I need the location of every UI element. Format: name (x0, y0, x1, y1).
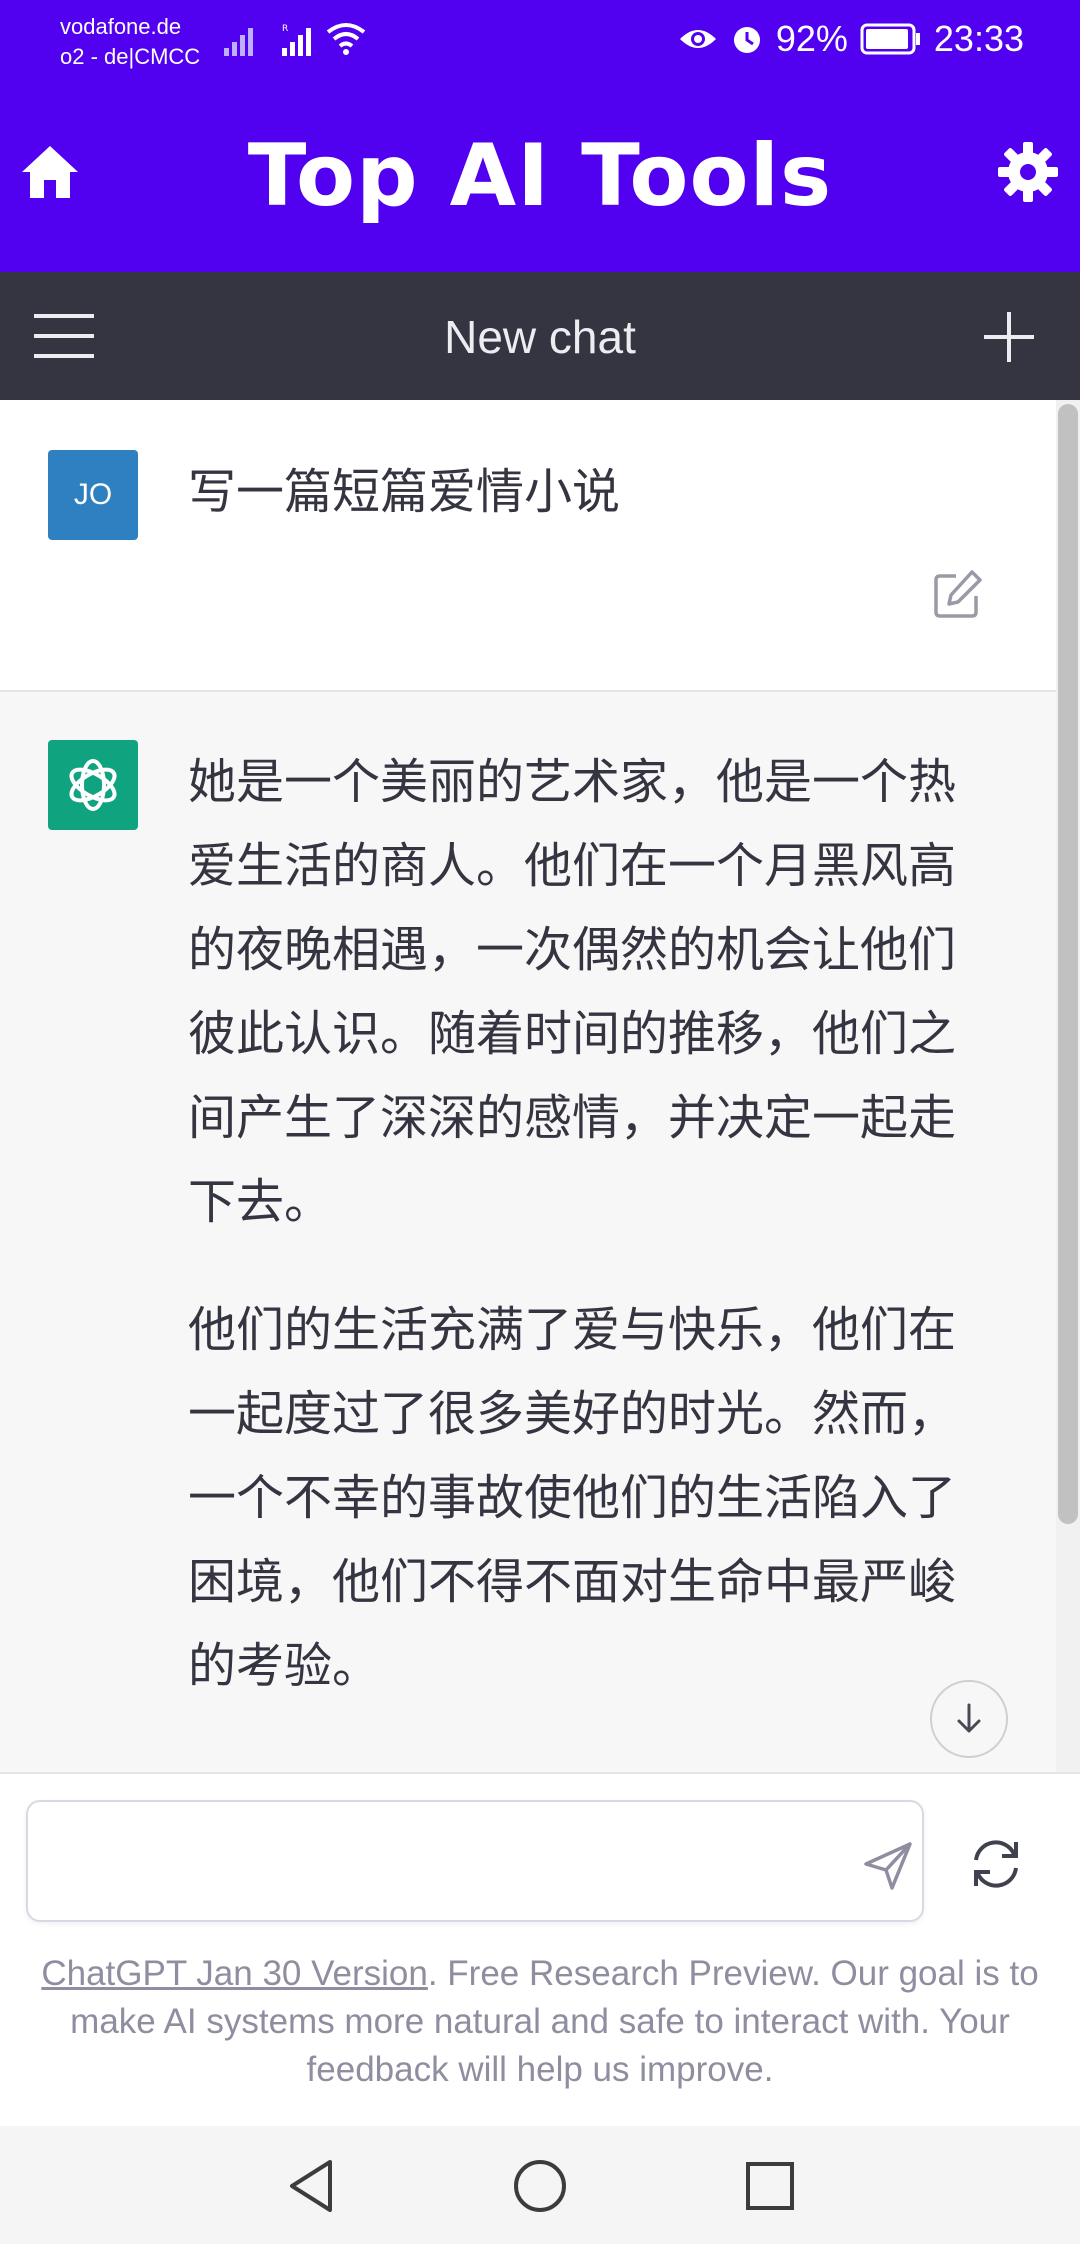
signal-1-icon (224, 28, 253, 56)
assistant-paragraph: 他们的生活充满了爱与快乐，他们在一起度过了很多美好的时光。然而，一个不幸的事故使… (188, 1302, 957, 1694)
app-header: Top AI Tools (0, 88, 1080, 272)
back-triangle-icon[interactable] (282, 2156, 342, 2216)
assistant-message-text: 她是一个美丽的艺术家，他是一个热爱生活的商人。他们在一个月黑风高的夜晚相遇，一次… (188, 740, 968, 1752)
scrollbar-thumb[interactable] (1058, 404, 1078, 1524)
carrier-info: vodafone.de o2 - de|CMCC (60, 12, 200, 72)
user-avatar: JO (48, 450, 138, 540)
carrier-line-1: vodafone.de (60, 14, 182, 39)
app-title: Top AI Tools (247, 126, 833, 226)
status-right: 92% 23:33 (678, 18, 1024, 60)
disclaimer-note: ChatGPT Jan 30 Version. Free Research Pr… (40, 1950, 1040, 2094)
system-nav-bar (0, 2126, 1080, 2244)
arrow-down-icon (957, 1703, 981, 1733)
home-circle-icon[interactable] (510, 2156, 570, 2216)
plus-icon[interactable] (982, 310, 1036, 364)
carrier-line-2: o2 - de|CMCC (60, 44, 201, 69)
edit-icon[interactable] (932, 568, 984, 620)
send-icon[interactable] (862, 1840, 914, 1892)
message-input-box (26, 1800, 924, 1922)
user-message: JO 写一篇短篇爱情小说 (0, 400, 1056, 692)
wifi-icon (326, 23, 366, 55)
svg-text:R: R (282, 24, 288, 34)
gear-icon[interactable] (996, 140, 1060, 204)
eye-icon (679, 30, 716, 48)
version-link[interactable]: ChatGPT Jan 30 Version (41, 1954, 428, 1993)
battery-percent: 92% (775, 18, 848, 59)
signal-2-icon: R (282, 24, 311, 56)
message-input[interactable] (52, 1822, 836, 1898)
chat-header: New chat (0, 272, 1080, 400)
scroll-down-button[interactable] (930, 1680, 1008, 1758)
assistant-paragraph: 她是一个美丽的艺术家，他是一个热爱生活的商人。他们在一个月黑风高的夜晚相遇，一次… (188, 754, 957, 1230)
refresh-icon[interactable] (966, 1834, 1026, 1894)
composer: ChatGPT Jan 30 Version. Free Research Pr… (0, 1772, 1080, 2128)
alarm-icon (733, 27, 760, 53)
status-bar: vodafone.de o2 - de|CMCC R 92% 23:33 (0, 0, 1080, 88)
recent-square-icon[interactable] (740, 2156, 800, 2216)
assistant-message: 她是一个美丽的艺术家，他是一个热爱生活的商人。他们在一个月黑风高的夜晚相遇，一次… (0, 692, 1056, 1772)
clock-time: 23:33 (933, 18, 1024, 59)
battery-icon (860, 23, 920, 55)
user-message-text: 写一篇短篇爱情小说 (188, 464, 621, 520)
chatgpt-logo-icon (48, 740, 138, 830)
chat-title: New chat (444, 311, 636, 363)
